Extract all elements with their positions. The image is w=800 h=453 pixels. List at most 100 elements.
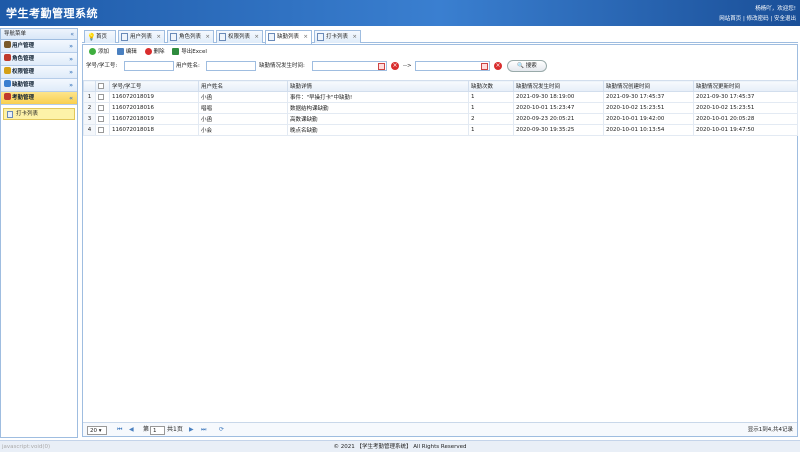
attendance-icon — [4, 93, 11, 100]
column-header[interactable]: 用户姓名 — [198, 80, 288, 92]
expand-icon: » — [69, 82, 73, 89]
refresh-icon[interactable]: ⟳ — [219, 423, 224, 437]
add-button[interactable]: 添加 — [89, 45, 109, 59]
logout-link[interactable]: 安全退出 — [774, 16, 796, 22]
column-header[interactable]: 学号/学工号 — [109, 80, 199, 92]
sidebar-item-role-management[interactable]: 角色管理 » — [1, 53, 77, 66]
calendar-icon[interactable] — [481, 63, 488, 70]
column-header[interactable]: 缺勤情况更新时间 — [693, 80, 798, 92]
collapse-sidebar-icon[interactable]: « — [70, 29, 74, 40]
lightbulb-icon: 💡 — [87, 33, 96, 41]
student-id-input[interactable] — [124, 61, 174, 71]
last-page-icon[interactable]: ⏭ — [201, 423, 206, 437]
home-link[interactable]: 网站首页 — [719, 16, 741, 22]
sidebar-title: 导航菜单 — [4, 31, 27, 37]
cell-detail: 事件："早操打卡"中缺勤! — [287, 91, 469, 103]
search-bar: 学号/学工号: 用户姓名: 缺勤情况发生时间: × --> × 🔍 搜索 — [83, 59, 797, 73]
sidebar-item-clock-in-list[interactable]: 打卡列表 — [3, 108, 75, 120]
close-tab-icon[interactable]: × — [156, 31, 161, 43]
close-tab-icon[interactable]: × — [303, 31, 308, 43]
close-tab-icon[interactable]: × — [254, 31, 259, 43]
row-checkbox[interactable] — [95, 113, 110, 125]
row-number: 3 — [83, 113, 96, 125]
close-tab-icon[interactable]: × — [352, 31, 357, 43]
page-number-input[interactable]: 1 — [150, 426, 165, 435]
delete-button[interactable]: 删除 — [144, 45, 165, 59]
cell-create-time: 2020-10-01 19:42:00 — [603, 113, 694, 125]
cell-count: 1 — [468, 124, 514, 136]
column-header[interactable]: 缺勤情况创建时间 — [603, 80, 694, 92]
column-header[interactable]: 缺勤详情 — [287, 80, 469, 92]
cell-student-id: 116072018018 — [109, 124, 199, 136]
app-title: 学生考勤管理系统 — [6, 7, 98, 20]
search-button[interactable]: 🔍 搜索 — [507, 60, 547, 72]
edit-button[interactable]: 编辑 — [116, 45, 137, 59]
tab-user-list[interactable]: 用户列表 × — [118, 30, 165, 43]
tab-permission-list[interactable]: 权限列表 × — [216, 30, 263, 43]
tab-bar: 💡 首页 用户列表 × 角色列表 × 权限列表 × 缺勤列表 × 打卡列表 × — [82, 28, 798, 44]
role-icon — [4, 54, 11, 61]
cell-student-id: 116072018016 — [109, 102, 199, 114]
sidebar-item-absence-management[interactable]: 缺勤管理 » — [1, 79, 77, 92]
table-row[interactable]: 4 116072018018 小会 晚点名缺勤 1 2020-09-30 19:… — [83, 124, 798, 136]
tab-home[interactable]: 💡 首页 — [84, 30, 116, 43]
cell-student-id: 116072018019 — [109, 113, 199, 125]
expand-icon: » — [69, 56, 73, 63]
date-range-arrow: --> — [403, 63, 412, 69]
page-total-label: 共1页 — [167, 426, 183, 433]
cell-user-name: 小会 — [198, 124, 288, 136]
sidebar-header: 导航菜单 « — [1, 29, 77, 40]
close-tab-icon[interactable]: × — [205, 31, 210, 43]
edit-icon — [116, 48, 124, 55]
page-prefix-label: 第 — [143, 426, 150, 433]
next-page-icon[interactable]: ▶ — [189, 423, 194, 437]
table-row[interactable]: 2 116072018016 唱唱 数据结构课缺勤 1 2020-10-01 1… — [83, 102, 798, 114]
cell-detail: 晚点名缺勤 — [287, 124, 469, 136]
table-row[interactable]: 3 116072018019 小函 高数课缺勤 2 2020-09-23 20:… — [83, 113, 798, 125]
column-header[interactable]: 缺勤次数 — [468, 80, 514, 92]
tab-clock-in-list[interactable]: 打卡列表 × — [314, 30, 361, 43]
export-excel-button[interactable]: 导出Excel — [172, 45, 207, 59]
header-links: 网站首页 | 修改密码 | 安全退出 — [719, 16, 796, 22]
user-name-input[interactable] — [206, 61, 256, 71]
select-all-checkbox[interactable] — [95, 80, 110, 92]
change-password-link[interactable]: 修改密码 — [747, 16, 769, 22]
record-info: 显示1到4,共4记录 — [747, 427, 793, 433]
row-number: 2 — [83, 102, 96, 114]
welcome-text: 杨杨吖，欢迎您! — [755, 6, 796, 12]
clear-end-date-icon[interactable]: × — [494, 62, 502, 70]
sidebar-item-user-management[interactable]: 用户管理 » — [1, 40, 77, 53]
key-icon — [4, 67, 11, 74]
cell-student-id: 116072018019 — [109, 91, 199, 103]
table-row[interactable]: 1 116072018019 小函 事件："早操打卡"中缺勤! 1 2021-0… — [83, 91, 798, 103]
column-header[interactable]: 缺勤情况发生时间 — [513, 80, 604, 92]
document-icon — [121, 33, 128, 41]
cell-detail: 数据结构课缺勤 — [287, 102, 469, 114]
absence-icon — [4, 80, 11, 87]
page-size-select[interactable]: 20 ▾ — [87, 426, 107, 435]
copyright-text: © 2021 【学生考勤管理系统】 All Rights Reserved — [333, 444, 467, 450]
calendar-icon[interactable] — [378, 63, 385, 70]
clear-start-date-icon[interactable]: × — [391, 62, 399, 70]
search-icon: 🔍 — [517, 63, 525, 69]
first-page-icon[interactable]: ⏮ — [117, 423, 122, 437]
cell-occur-time: 2020-09-30 19:35:25 — [513, 124, 604, 136]
sidebar-item-permission-management[interactable]: 权限管理 » — [1, 66, 77, 79]
start-date-input[interactable] — [312, 61, 387, 71]
sidebar: 导航菜单 « 用户管理 » 角色管理 » 权限管理 » 缺勤管理 » 考勤管理 … — [0, 28, 78, 438]
delete-icon — [144, 48, 152, 55]
sidebar-item-attendance-management[interactable]: 考勤管理 « — [1, 92, 77, 105]
tab-role-list[interactable]: 角色列表 × — [167, 30, 214, 43]
row-checkbox[interactable] — [95, 124, 110, 136]
row-checkbox[interactable] — [95, 102, 110, 114]
cell-count: 1 — [468, 91, 514, 103]
prev-page-icon[interactable]: ◀ — [129, 423, 134, 437]
expand-icon: » — [69, 43, 73, 50]
data-grid: 学号/学工号 用户姓名 缺勤详情 缺勤次数 缺勤情况发生时间 缺勤情况创建时间 … — [83, 80, 798, 136]
cell-count: 1 — [468, 102, 514, 114]
end-date-input[interactable] — [415, 61, 490, 71]
cell-occur-time: 2020-09-23 20:05:21 — [513, 113, 604, 125]
cell-update-time: 2021-09-30 17:45:37 — [693, 91, 798, 103]
tab-absence-list[interactable]: 缺勤列表 × — [265, 30, 312, 44]
row-checkbox[interactable] — [95, 91, 110, 103]
